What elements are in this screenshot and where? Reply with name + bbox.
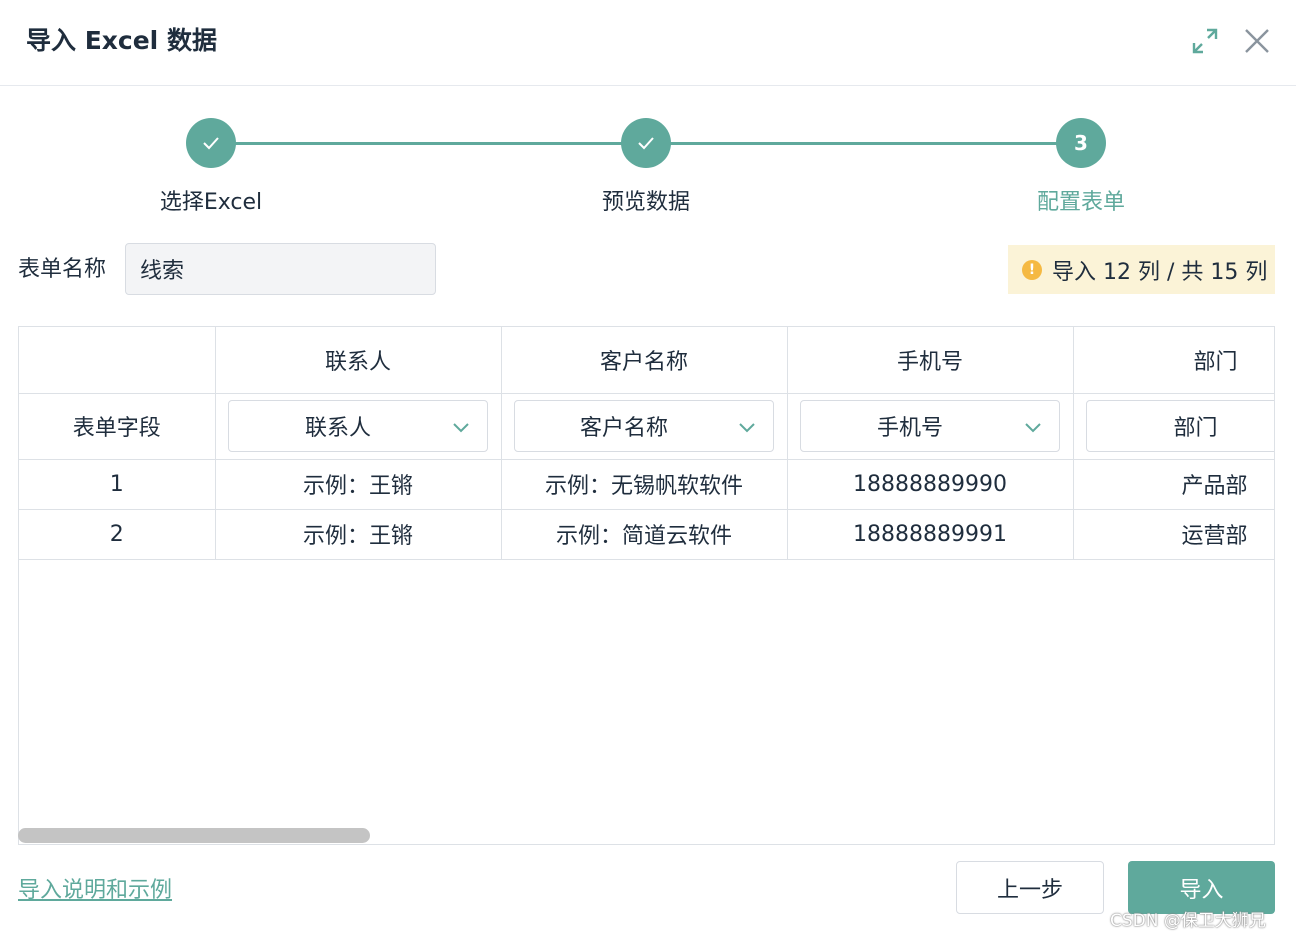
field-select-cell: 联系人: [215, 393, 502, 460]
step-1-circle: [186, 118, 236, 168]
column-header: 客户名称: [501, 327, 788, 394]
dialog-header: 导入 Excel 数据: [0, 0, 1296, 86]
field-select-value: 部门: [1173, 416, 1218, 441]
field-select-value: 客户名称: [579, 416, 668, 441]
table-row: 1 示例：王锵 示例：无锡帆软软件 18888889990 产品部: [19, 459, 1274, 510]
field-mapping-table[interactable]: 联系人 客户名称 手机号 部门 表单字段 联系人 客户名称 手机号 部门 1 示…: [18, 326, 1275, 845]
column-header: [19, 327, 216, 394]
column-header: 手机号: [787, 327, 1074, 394]
close-icon[interactable]: [1240, 24, 1274, 58]
step-1-label: 选择Excel: [159, 190, 263, 215]
chevron-down-icon: [453, 423, 469, 433]
check-icon: [203, 137, 219, 150]
column-count-notice: ! 导入 12 列 / 共 15 列: [1008, 245, 1275, 294]
field-select[interactable]: 客户名称: [514, 400, 774, 452]
check-icon: [638, 137, 654, 150]
step-2-circle: [621, 118, 671, 168]
field-select-value: 联系人: [304, 416, 371, 441]
notice-text: 导入 12 列 / 共 15 列: [1052, 259, 1268, 285]
import-steps: 3 选择Excel 预览数据 配置表单: [0, 100, 1296, 230]
step-3-circle: 3: [1056, 118, 1106, 168]
field-select-cell: 部门: [1073, 393, 1274, 460]
form-field-row: 表单字段 联系人 客户名称 手机号 部门: [19, 393, 1274, 460]
table-cell: 示例：王锵: [215, 509, 502, 560]
table-header-row: 联系人 客户名称 手机号 部门: [19, 327, 1274, 394]
step-connector: [670, 142, 1058, 145]
column-header: 部门: [1073, 327, 1274, 394]
watermark: CSDN @保卫大狮兄: [1110, 911, 1266, 931]
form-name-label: 表单名称: [18, 257, 107, 282]
table-cell: 2: [19, 509, 216, 560]
table-cell: 示例：王锵: [215, 459, 502, 510]
field-select-cell: 客户名称: [501, 393, 788, 460]
chevron-down-icon: [739, 423, 755, 433]
step-3-label: 配置表单: [1036, 190, 1125, 215]
step-3-number: 3: [1074, 131, 1088, 155]
table-row: 2 示例：王锵 示例：简道云软件 18888889991 运营部: [19, 509, 1274, 560]
field-select-cell: 手机号: [787, 393, 1074, 460]
table-cell: 示例：简道云软件: [501, 509, 788, 560]
chevron-down-icon: [1025, 423, 1041, 433]
table-cell: 产品部: [1073, 459, 1274, 510]
form-name-input[interactable]: [125, 243, 436, 295]
table-cell: 运营部: [1073, 509, 1274, 560]
field-select-value: 手机号: [876, 416, 943, 441]
table-cell: 18888889991: [787, 509, 1074, 560]
form-field-row-label: 表单字段: [19, 393, 216, 460]
import-help-link[interactable]: 导入说明和示例: [18, 876, 172, 906]
import-excel-dialog: 导入 Excel 数据 3 选择Excel 预览数据 配置表单 表单名称 线索 …: [0, 0, 1296, 938]
table-cell: 示例：无锡帆软软件: [501, 459, 788, 510]
table-cell: 1: [19, 459, 216, 510]
field-select[interactable]: 部门: [1085, 400, 1274, 452]
horizontal-scrollbar[interactable]: [18, 828, 370, 843]
previous-step-button[interactable]: 上一步: [956, 861, 1104, 914]
column-header: 联系人: [215, 327, 502, 394]
field-select[interactable]: 联系人: [228, 400, 488, 452]
warning-icon: !: [1022, 259, 1042, 280]
dialog-title: 导入 Excel 数据: [26, 26, 217, 55]
table-cell: 18888889990: [787, 459, 1074, 510]
step-connector: [235, 142, 623, 145]
step-2-label: 预览数据: [601, 190, 690, 215]
field-select[interactable]: 手机号: [800, 400, 1060, 452]
expand-icon[interactable]: [1188, 24, 1222, 58]
